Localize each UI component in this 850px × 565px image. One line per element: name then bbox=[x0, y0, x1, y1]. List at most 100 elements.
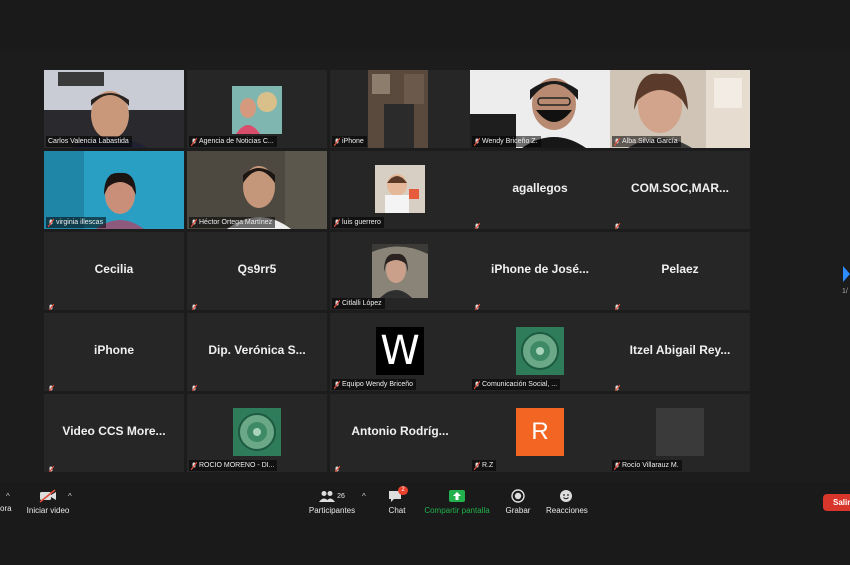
blank-profile-picture bbox=[656, 408, 704, 456]
participant-tile[interactable]: Rocío Villarauz M. bbox=[610, 394, 750, 472]
participant-name: iPhone bbox=[332, 136, 367, 147]
video-options-caret-icon[interactable]: ^ bbox=[68, 492, 72, 501]
reactions-label: Reacciones bbox=[546, 506, 588, 515]
muted-mic-icon bbox=[191, 380, 198, 391]
participant-name: Agencia de Noticias C... bbox=[189, 136, 277, 147]
muted-mic-icon bbox=[614, 380, 621, 391]
participant-name: Equipo Wendy Briceño bbox=[332, 379, 417, 390]
participant-tile[interactable]: Citlalli López bbox=[330, 232, 470, 310]
participant-tile[interactable]: Alba Silvia García bbox=[610, 70, 750, 148]
video-grid-area: Carlos Valencia Labastida Agencia de Not… bbox=[0, 52, 850, 482]
reactions-icon bbox=[560, 490, 572, 502]
chat-unread-badge: 2 bbox=[398, 486, 408, 495]
participant-display-name: Antonio Rodríg... bbox=[351, 424, 449, 438]
participants-options-caret-icon[interactable]: ^ bbox=[362, 492, 366, 501]
participant-display-name: iPhone de José... bbox=[490, 262, 590, 276]
participant-tile[interactable]: luis guerrero bbox=[330, 151, 470, 229]
participant-name: Citlalli López bbox=[332, 298, 385, 309]
chat-icon-group: 2 bbox=[388, 486, 408, 504]
meeting-toolbar: ^ ora Iniciar video ^ 26 Participantes ^… bbox=[0, 482, 850, 520]
share-screen-icon bbox=[449, 490, 465, 502]
seal-profile-picture bbox=[516, 327, 564, 375]
muted-mic-icon bbox=[333, 137, 341, 146]
participant-tile[interactable]: Cecilia bbox=[44, 232, 184, 310]
share-screen-button[interactable]: Compartir pantalla bbox=[424, 488, 490, 515]
participant-tile[interactable]: iPhone bbox=[330, 70, 470, 148]
participant-tile[interactable]: Wendy Briceño Z. bbox=[470, 70, 610, 148]
audio-options-caret-icon[interactable]: ^ bbox=[6, 492, 10, 501]
participant-tile[interactable]: Héctor Ortega Martínez bbox=[187, 151, 327, 229]
participant-name: Carlos Valencia Labastida bbox=[46, 136, 132, 147]
next-page-arrow-icon[interactable] bbox=[843, 266, 850, 282]
muted-mic-icon bbox=[48, 299, 55, 310]
participant-tile[interactable]: Dip. Verónica S... bbox=[187, 313, 327, 391]
mute-label: ora bbox=[0, 504, 12, 513]
participant-display-name: Qs9rr5 bbox=[237, 262, 277, 276]
participants-button[interactable]: 26 Participantes bbox=[308, 488, 356, 515]
participant-name: R.Z bbox=[472, 460, 497, 471]
participant-tile[interactable]: Comunicación Social, ... bbox=[470, 313, 610, 391]
participant-name: virginia illescas bbox=[46, 217, 107, 228]
page-indicator: 1/ bbox=[842, 288, 848, 295]
share-screen-label: Compartir pantalla bbox=[424, 506, 490, 515]
participant-tile[interactable]: Qs9rr5 bbox=[187, 232, 327, 310]
muted-mic-icon bbox=[47, 218, 55, 227]
participant-tile[interactable]: R R.Z bbox=[470, 394, 610, 472]
profile-picture bbox=[375, 165, 425, 213]
chat-button[interactable]: 2 Chat bbox=[384, 486, 410, 515]
participant-tile[interactable]: Video CCS More... bbox=[44, 394, 184, 472]
participant-tile[interactable]: ROCIO MORENO - DI... bbox=[187, 394, 327, 472]
muted-mic-icon bbox=[333, 380, 341, 389]
participant-tile[interactable]: Carlos Valencia Labastida bbox=[44, 70, 184, 148]
record-label: Grabar bbox=[505, 506, 531, 515]
muted-mic-icon bbox=[333, 218, 341, 227]
participant-display-name: Pelaez bbox=[661, 262, 699, 276]
participant-display-name: agallegos bbox=[512, 181, 568, 195]
participant-display-name: COM.SOC,MAR... bbox=[631, 181, 729, 195]
participant-name: Héctor Ortega Martínez bbox=[189, 217, 276, 228]
seal-profile-picture bbox=[233, 408, 281, 456]
reactions-button[interactable]: Reacciones bbox=[546, 488, 588, 515]
participant-tile[interactable]: iPhone bbox=[44, 313, 184, 391]
leave-button[interactable]: Salir bbox=[823, 494, 850, 511]
muted-mic-icon bbox=[474, 299, 481, 310]
participant-tile[interactable]: Pelaez bbox=[610, 232, 750, 310]
muted-mic-icon bbox=[473, 461, 481, 470]
participant-tile[interactable]: Agencia de Noticias C... bbox=[187, 70, 327, 148]
participant-name: Alba Silvia García bbox=[612, 136, 681, 147]
profile-picture bbox=[232, 86, 282, 134]
participant-name: ROCIO MORENO - DI... bbox=[189, 460, 278, 471]
start-video-button[interactable]: Iniciar video bbox=[26, 488, 70, 515]
muted-mic-icon bbox=[473, 380, 481, 389]
participant-tile[interactable]: W Equipo Wendy Briceño bbox=[330, 313, 470, 391]
record-button[interactable]: Grabar bbox=[504, 488, 532, 515]
start-video-label: Iniciar video bbox=[26, 506, 70, 515]
participant-display-name: Video CCS More... bbox=[62, 424, 166, 438]
participant-display-name: Itzel Abigail Rey... bbox=[629, 343, 731, 357]
muted-mic-icon bbox=[473, 137, 481, 146]
participant-video bbox=[368, 70, 428, 148]
chat-label: Chat bbox=[388, 506, 406, 515]
participant-tile[interactable]: agallegos bbox=[470, 151, 610, 229]
participant-tile[interactable]: virginia illescas bbox=[44, 151, 184, 229]
participants-icon-group: 26 bbox=[308, 488, 356, 504]
muted-mic-icon bbox=[191, 299, 198, 310]
muted-mic-icon bbox=[614, 299, 621, 310]
initial-avatar: R bbox=[516, 408, 564, 456]
bottom-bar bbox=[0, 520, 850, 565]
participant-name: luis guerrero bbox=[332, 217, 384, 228]
participant-tile[interactable]: COM.SOC,MAR... bbox=[610, 151, 750, 229]
muted-mic-icon bbox=[190, 461, 198, 470]
record-icon bbox=[511, 489, 525, 503]
mute-button[interactable]: ora bbox=[0, 504, 12, 513]
participant-tile[interactable]: iPhone de José... bbox=[470, 232, 610, 310]
video-off-icon bbox=[39, 489, 56, 503]
muted-mic-icon bbox=[334, 461, 341, 472]
participant-name: Wendy Briceño Z. bbox=[472, 136, 541, 147]
profile-picture bbox=[372, 244, 428, 298]
participant-name: Comunicación Social, ... bbox=[472, 379, 561, 390]
participant-tile[interactable]: Itzel Abigail Rey... bbox=[610, 313, 750, 391]
muted-mic-icon bbox=[190, 218, 198, 227]
participant-tile[interactable]: Antonio Rodríg... bbox=[330, 394, 470, 472]
top-bar bbox=[0, 0, 850, 52]
